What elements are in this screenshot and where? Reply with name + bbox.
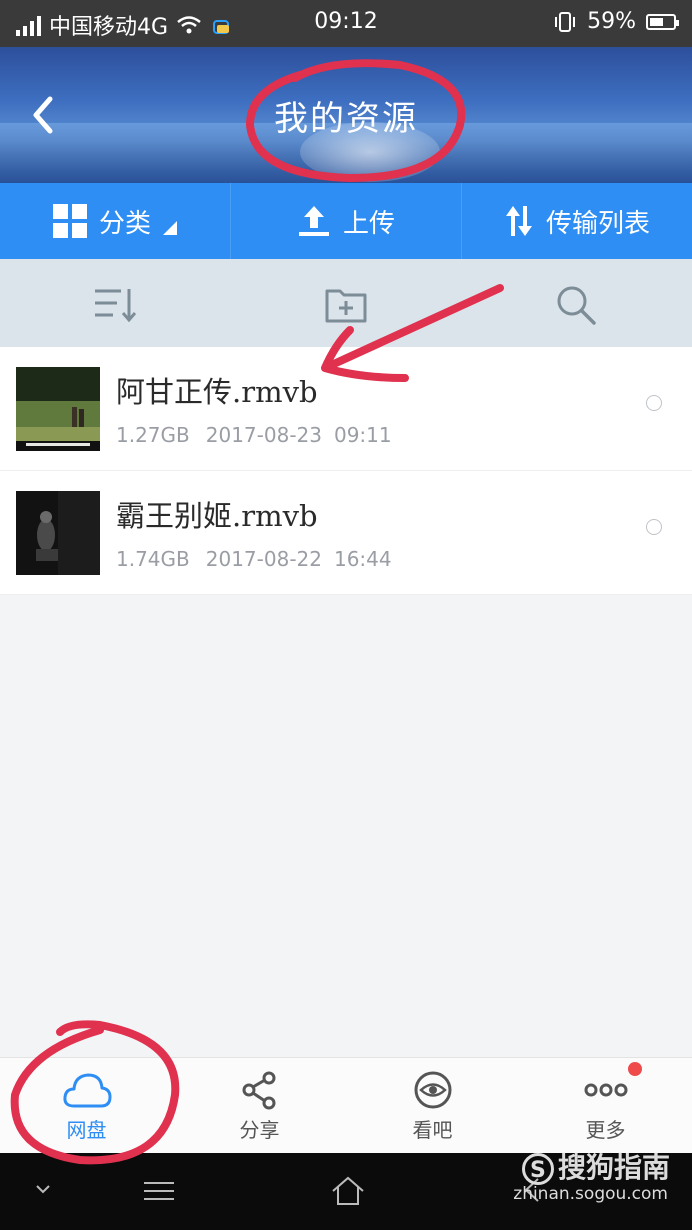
file-date: 2017-08-22 — [205, 547, 322, 571]
upload-icon — [298, 206, 329, 236]
cloud-icon — [62, 1073, 111, 1108]
status-bar: 中国移动4G 09:12 59% — [0, 0, 692, 47]
bottom-nav: 网盘 分享 看吧 更多 — [0, 1057, 692, 1154]
category-label: 分类 — [98, 208, 151, 239]
nav-item-watch[interactable]: 看吧 — [346, 1058, 519, 1154]
new-folder-icon[interactable] — [324, 283, 368, 327]
nav-label: 看吧 — [412, 1118, 453, 1142]
collapse-icon[interactable] — [34, 1183, 52, 1195]
nav-item-cloud-drive[interactable]: 网盘 — [0, 1058, 173, 1154]
share-icon — [242, 1071, 275, 1110]
transfer-icon — [505, 206, 532, 236]
toolbar: 分类 上传 传输列表 — [0, 183, 692, 259]
home-icon[interactable] — [330, 1175, 366, 1207]
file-name: 霸王别姬.rmvb — [116, 499, 318, 533]
file-row[interactable]: 霸王别姬.rmvb 1.74GB 2017-08-22 16:44 — [0, 471, 692, 595]
transfer-list-button[interactable]: 传输列表 — [462, 183, 692, 259]
watermark-url: zhinan.sogou.com — [513, 1184, 668, 1204]
vibrate-icon — [555, 11, 576, 32]
notification-badge — [628, 1062, 642, 1076]
sort-icon[interactable] — [93, 283, 137, 327]
video-thumbnail — [16, 367, 100, 451]
nav-label: 网盘 — [66, 1118, 107, 1142]
eye-icon — [414, 1071, 451, 1109]
select-radio[interactable] — [646, 519, 662, 535]
file-time: 09:11 — [333, 423, 392, 447]
watermark-brand: S 搜狗指南 — [521, 1146, 670, 1186]
upload-label: 上传 — [342, 208, 395, 239]
file-meta: 1.74GB 2017-08-22 16:44 — [116, 547, 392, 571]
file-name: 阿甘正传.rmvb — [116, 375, 318, 409]
video-thumbnail — [16, 491, 100, 575]
file-time: 16:44 — [333, 547, 392, 571]
file-size: 1.74GB — [116, 547, 190, 571]
file-row[interactable]: 阿甘正传.rmvb 1.27GB 2017-08-23 09:11 — [0, 347, 692, 471]
file-size: 1.27GB — [116, 423, 190, 447]
nav-label: 分享 — [239, 1118, 280, 1142]
file-meta: 1.27GB 2017-08-23 09:11 — [116, 423, 392, 447]
menu-icon[interactable] — [142, 1179, 176, 1203]
sogou-logo-icon: S — [521, 1153, 554, 1185]
status-right: 59% — [553, 9, 679, 34]
battery-percent: 59% — [587, 9, 636, 34]
nav-item-more[interactable]: 更多 — [519, 1058, 692, 1154]
action-bar — [0, 259, 692, 347]
watermark-text: 搜狗指南 — [557, 1151, 670, 1184]
transfer-label: 传输列表 — [545, 208, 650, 239]
battery-icon — [646, 13, 679, 30]
upload-button[interactable]: 上传 — [231, 183, 462, 259]
nav-label: 更多 — [585, 1118, 626, 1142]
category-button[interactable]: 分类 — [0, 183, 231, 259]
select-radio[interactable] — [646, 395, 662, 411]
dropdown-triangle-icon — [163, 221, 177, 235]
page-title: 我的资源 — [274, 99, 418, 139]
file-date: 2017-08-23 — [205, 423, 322, 447]
search-icon[interactable] — [554, 283, 598, 327]
grid-icon — [52, 204, 87, 238]
nav-item-share[interactable]: 分享 — [173, 1058, 346, 1154]
header: 我的资源 — [0, 47, 692, 183]
file-list: 阿甘正传.rmvb 1.27GB 2017-08-23 09:11 霸王别姬.r… — [0, 347, 692, 595]
more-icon — [584, 1083, 627, 1097]
